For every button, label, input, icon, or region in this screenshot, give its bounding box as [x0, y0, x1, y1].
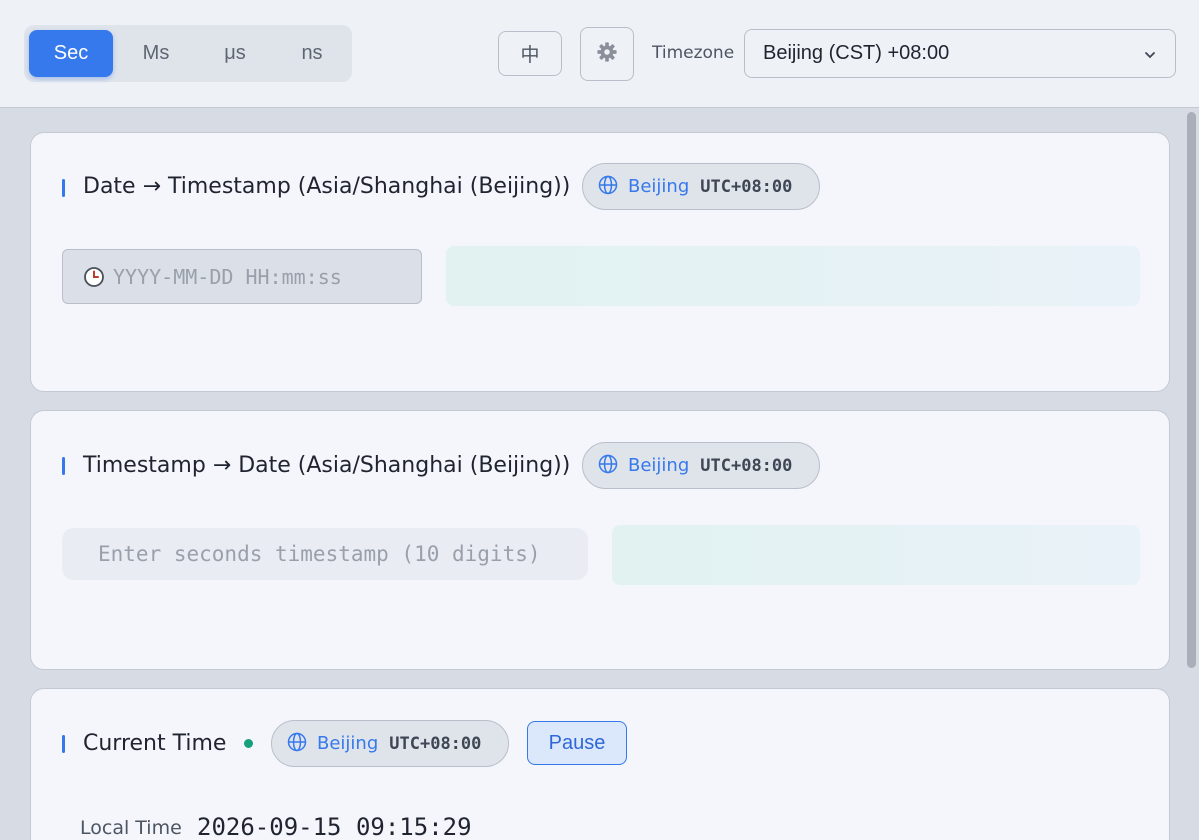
timestamp-to-date-card: Timestamp → Date (Asia/Shanghai (Beijing…: [30, 410, 1170, 670]
title-accent-bar: [62, 457, 65, 475]
timestamp-input-placeholder: Enter seconds timestamp (10 digits): [98, 542, 541, 566]
globe-icon: [598, 454, 618, 478]
unit-switcher: Sec Ms μs ns: [24, 25, 352, 82]
timestamp-result: [446, 246, 1140, 306]
timezone-chip[interactable]: Beijing UTC+08:00: [582, 163, 820, 210]
current-time-card: Current Time Beijing UTC+08:00 Pause Loc…: [30, 688, 1170, 840]
live-indicator-dot: [244, 739, 253, 748]
card-title: Timestamp → Date (Asia/Shanghai (Beijing…: [83, 453, 571, 478]
globe-icon: [287, 732, 307, 756]
clock-icon: [83, 266, 105, 288]
scrollbar-thumb[interactable]: [1187, 112, 1196, 668]
date-input[interactable]: YYYY-MM-DD HH:mm:ss: [62, 249, 422, 304]
timezone-chip-offset: UTC+08:00: [700, 176, 793, 197]
timestamp-input[interactable]: Enter seconds timestamp (10 digits): [62, 528, 588, 580]
timezone-chip-city: Beijing: [628, 176, 690, 197]
title-accent-bar: [62, 179, 65, 197]
timezone-chip-offset: UTC+08:00: [389, 733, 482, 754]
settings-button[interactable]: [580, 27, 634, 81]
pause-button[interactable]: Pause: [527, 721, 627, 765]
local-time-label: Local Time: [80, 817, 182, 839]
timezone-chip-city: Beijing: [317, 733, 379, 754]
date-result: [612, 525, 1140, 585]
card-title: Date → Timestamp (Asia/Shanghai (Beijing…: [83, 174, 571, 199]
globe-icon: [598, 175, 618, 199]
timezone-select[interactable]: Beijing (CST) +08:00: [744, 29, 1176, 78]
local-time-value: 2026-09-15 09:15:29: [197, 813, 472, 840]
timezone-chip-offset: UTC+08:00: [700, 455, 793, 476]
timezone-chip[interactable]: Beijing UTC+08:00: [271, 720, 509, 767]
unit-us-button[interactable]: μs: [193, 30, 277, 77]
chevron-down-icon: [1143, 45, 1157, 68]
title-accent-bar: [62, 735, 65, 753]
timezone-chip[interactable]: Beijing UTC+08:00: [582, 442, 820, 489]
toolbar: Sec Ms μs ns 中 Timezone Beijing (CST) +0…: [0, 0, 1199, 108]
timezone-chip-city: Beijing: [628, 455, 690, 476]
date-to-timestamp-card: Date → Timestamp (Asia/Shanghai (Beijing…: [30, 132, 1170, 392]
date-input-placeholder: YYYY-MM-DD HH:mm:ss: [113, 264, 342, 289]
unit-ns-button[interactable]: ns: [270, 30, 354, 77]
gear-icon: [596, 41, 618, 67]
timezone-select-value: Beijing (CST) +08:00: [763, 42, 950, 64]
timezone-label: Timezone: [652, 43, 735, 63]
unit-sec-button[interactable]: Sec: [29, 30, 113, 77]
language-toggle-button[interactable]: 中: [498, 31, 562, 76]
card-title: Current Time: [83, 731, 227, 756]
unit-ms-button[interactable]: Ms: [114, 30, 198, 77]
